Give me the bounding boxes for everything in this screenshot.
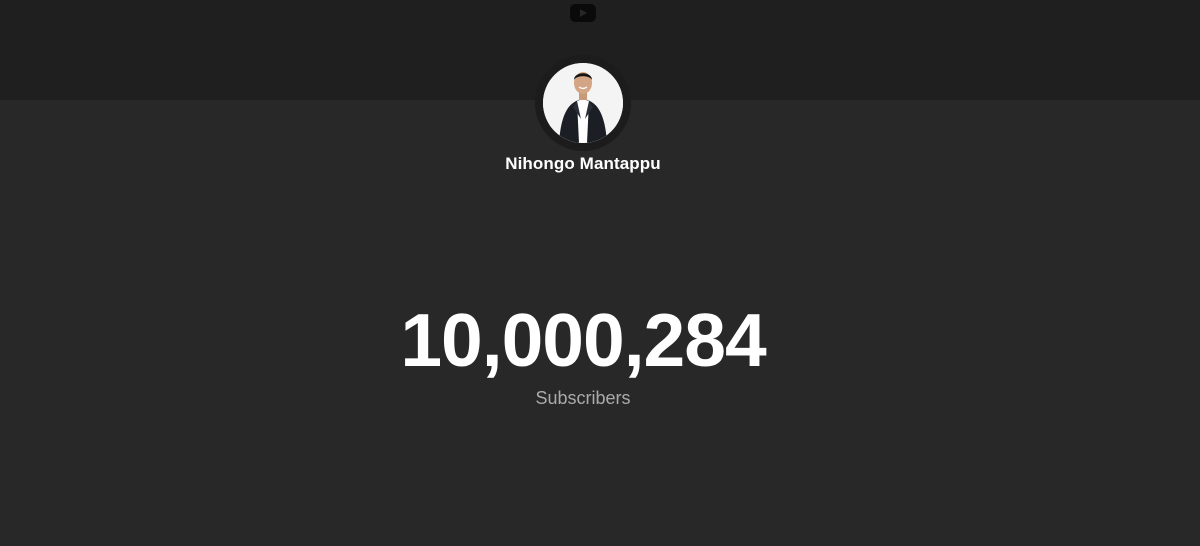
youtube-icon[interactable] bbox=[570, 4, 596, 22]
channel-name[interactable]: Nihongo Mantappu bbox=[0, 154, 1166, 174]
channel-avatar-image bbox=[543, 63, 623, 143]
avatar[interactable] bbox=[543, 63, 623, 143]
subscriber-count: 10,000,284 bbox=[400, 298, 766, 382]
subscriber-label: Subscribers bbox=[535, 388, 631, 408]
